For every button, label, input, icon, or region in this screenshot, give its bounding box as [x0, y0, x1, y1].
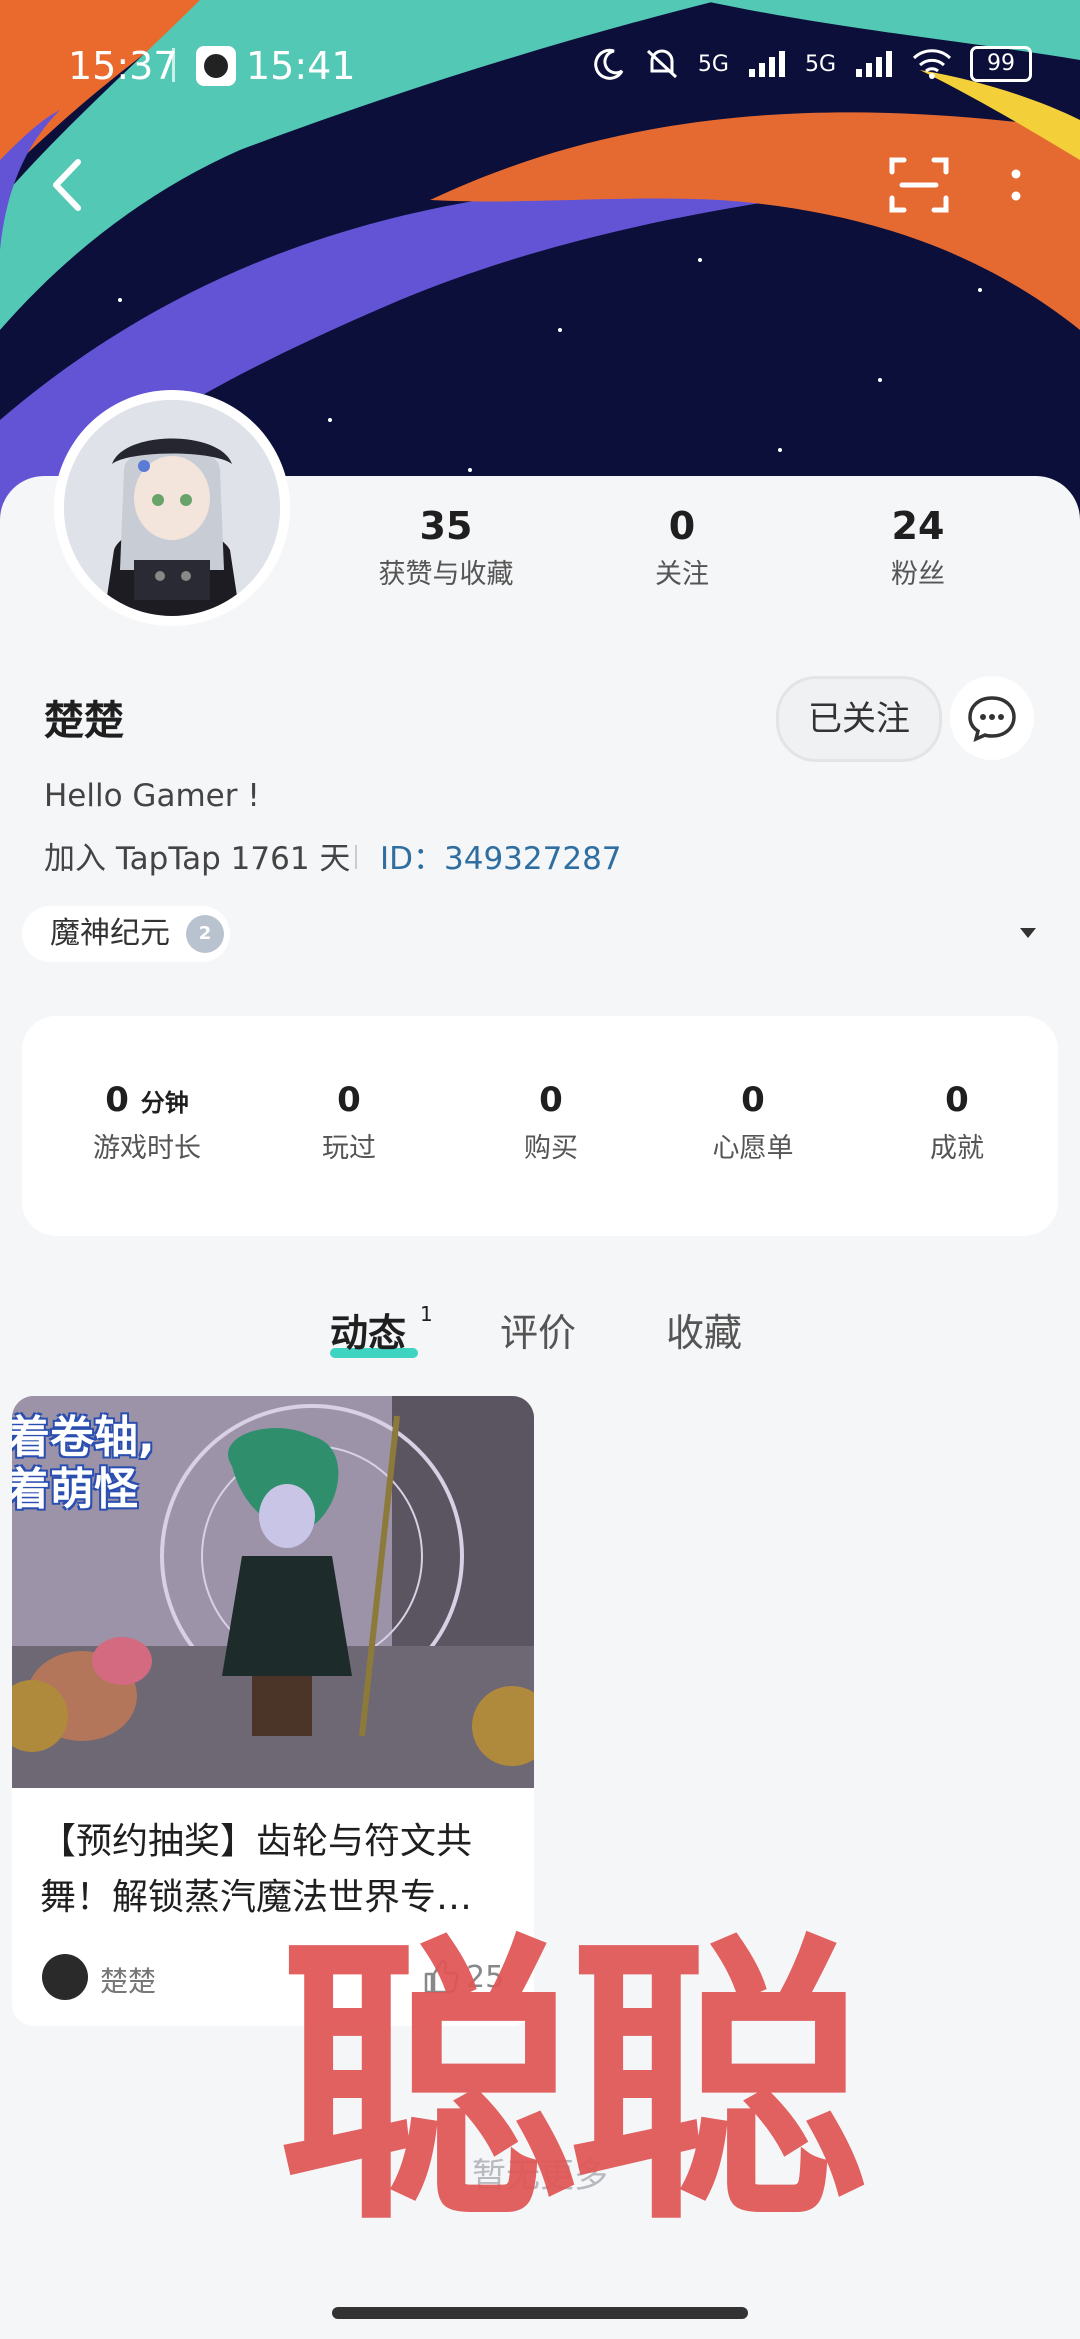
followed-button[interactable]: 已关注: [776, 676, 942, 762]
status-bar: 15:37 15:41 5G 5G 99: [0, 0, 1080, 130]
metric-purchased-value: 0: [539, 1080, 563, 1120]
tab-favorites[interactable]: 收藏: [666, 1302, 742, 1357]
metric-played-value: 0: [337, 1080, 361, 1120]
network-5g-label-2: 5G: [804, 51, 836, 77]
top-navigation: [0, 140, 1080, 230]
moon-icon: [594, 48, 624, 80]
game-tag[interactable]: 魔神纪元 2: [22, 906, 230, 962]
metric-play-time-unit: 分钟: [140, 1089, 189, 1117]
tab-moments-count: 1: [420, 1302, 433, 1326]
status-time-primary: 15:37: [68, 44, 178, 88]
scan-icon[interactable]: [884, 150, 954, 220]
stat-fans-label: 粉丝: [891, 559, 945, 590]
post-cover-caption: 着卷轴,着萌怪: [12, 1412, 155, 1515]
mute-bell-icon: [646, 49, 677, 79]
post-cover-image: 着卷轴,着萌怪: [12, 1396, 534, 1788]
avatar-image: [64, 400, 280, 616]
game-tag-label: 魔神纪元: [50, 916, 170, 951]
metric-wishlist-value: 0: [741, 1080, 765, 1120]
stat-fans-value: 24: [891, 504, 945, 548]
user-id[interactable]: ID：349327287: [380, 833, 622, 878]
watermark-text: 聪聪: [278, 1907, 868, 2260]
metric-achievements-value: 0: [945, 1080, 969, 1120]
stat-likes-value: 35: [419, 504, 473, 548]
network-5g-label-1: 5G: [697, 51, 729, 77]
metric-wishlist[interactable]: 0 心愿单: [668, 1080, 838, 1165]
avatar[interactable]: [54, 390, 290, 626]
clock-app-icon: [196, 46, 236, 86]
level-badge-icon: 2: [186, 915, 224, 953]
stat-following-value: 0: [668, 504, 696, 548]
username: 楚楚: [44, 698, 124, 744]
metric-played-label: 玩过: [322, 1133, 376, 1164]
stat-likes-label: 获赞与收藏: [378, 559, 514, 590]
joined-days: 加入 TapTap 1761 天: [44, 841, 351, 877]
stat-likes-favorites[interactable]: 35 获赞与收藏: [336, 504, 556, 591]
message-button[interactable]: [950, 676, 1034, 760]
chat-bubble-icon: [968, 696, 1016, 743]
metric-achievements-label: 成就: [930, 1133, 984, 1164]
signal-icon-2: [856, 51, 892, 77]
bio-text: Hello Gamer !: [44, 778, 260, 814]
post-author: 楚楚: [100, 1965, 157, 1998]
status-time-secondary: 15:41: [246, 44, 356, 88]
stat-fans[interactable]: 24 粉丝: [808, 504, 1028, 591]
stat-following-label: 关注: [655, 559, 709, 590]
metric-purchased-label: 购买: [524, 1133, 578, 1164]
chevron-down-icon[interactable]: [1020, 928, 1036, 938]
back-button[interactable]: [40, 150, 96, 220]
metric-achievements[interactable]: 0 成就: [872, 1080, 1042, 1165]
metric-play-time[interactable]: 0 分钟 游戏时长: [62, 1080, 232, 1165]
tab-reviews[interactable]: 评价: [500, 1302, 576, 1357]
post-author-avatar: [42, 1954, 88, 2000]
info-divider: [355, 845, 357, 869]
status-icons: 5G 5G 99: [592, 46, 1032, 82]
wifi-icon: [912, 49, 952, 79]
signal-icon: [748, 51, 785, 77]
metric-played[interactable]: 0 玩过: [264, 1080, 434, 1165]
metric-play-time-value: 0: [105, 1080, 129, 1120]
stat-following[interactable]: 0 关注: [572, 504, 792, 591]
metric-play-time-label: 游戏时长: [93, 1133, 201, 1164]
home-indicator[interactable]: [332, 2307, 748, 2319]
more-options-icon[interactable]: [996, 150, 1036, 220]
metric-purchased[interactable]: 0 购买: [466, 1080, 636, 1165]
metric-wishlist-label: 心愿单: [712, 1133, 794, 1164]
battery-indicator: 99: [970, 46, 1032, 82]
avatar-art: [64, 400, 280, 616]
tab-moments[interactable]: 动态: [330, 1302, 406, 1357]
status-divider: [172, 48, 175, 82]
